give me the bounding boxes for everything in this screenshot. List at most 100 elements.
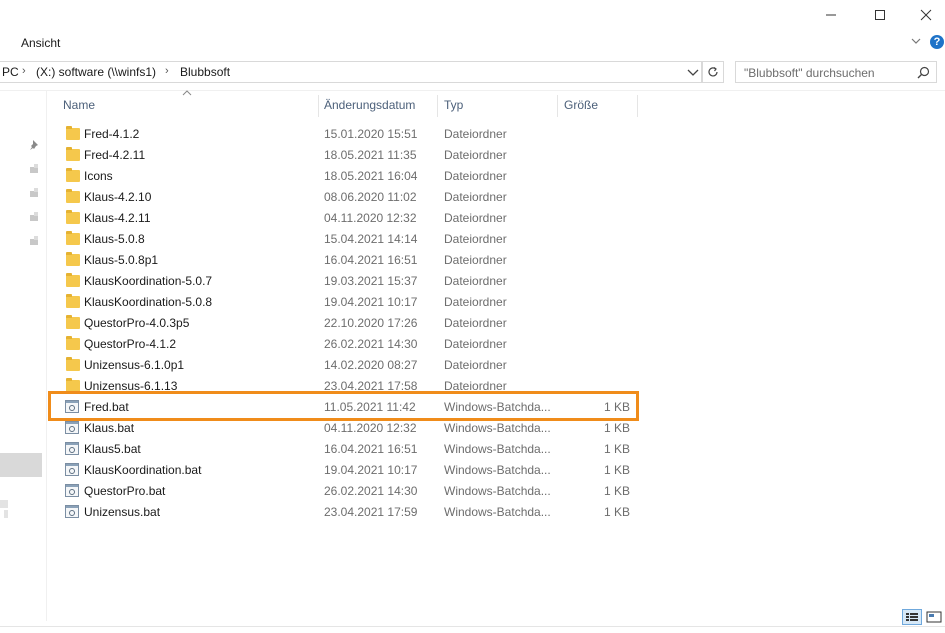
folder-icon xyxy=(65,126,81,141)
folder-row[interactable]: QuestorPro-4.0.3p5 22.10.2020 17:26 Dateio… xyxy=(55,313,640,334)
folder-icon xyxy=(65,168,81,183)
file-name: Klaus-5.0.8 xyxy=(84,232,145,246)
file-size: 1 KB xyxy=(603,421,630,435)
pane-splitter[interactable] xyxy=(46,91,47,621)
file-name: QuestorPro-4.1.2 xyxy=(84,337,177,351)
file-name: Fred-4.2.11 xyxy=(84,148,146,162)
column-divider[interactable] xyxy=(437,95,438,117)
file-name: KlausKoordination.bat xyxy=(84,463,202,477)
address-history-chevron-icon[interactable] xyxy=(686,66,700,80)
folder-row[interactable]: Unizensus-6.1.0p1 14.02.2020 08:27 Dateior… xyxy=(55,355,640,376)
help-icon[interactable]: ? xyxy=(930,35,944,49)
navigation-pane xyxy=(0,91,42,621)
folder-row[interactable]: KlausKoordination-5.0.8 19.04.2021 10:17 D… xyxy=(55,292,640,313)
search-box[interactable]: "Blubbsoft" durchsuchen xyxy=(735,61,937,83)
column-divider[interactable] xyxy=(557,95,558,117)
file-type: Dateiordner xyxy=(444,232,507,246)
breadcrumb-separator-icon[interactable]: › xyxy=(165,65,169,77)
search-input[interactable]: "Blubbsoft" durchsuchen xyxy=(744,66,875,80)
file-type: Dateiordner xyxy=(444,148,507,162)
folder-row[interactable]: Icons 18.05.2021 16:04 Dateiordner xyxy=(55,166,640,187)
file-name: Klaus.bat xyxy=(84,421,135,435)
file-date: 18.05.2021 16:04 xyxy=(324,169,418,183)
file-date: 08.06.2020 11:02 xyxy=(324,190,417,204)
breadcrumb-folder[interactable]: Blubbsoft xyxy=(180,65,230,79)
folder-row[interactable]: Klaus-4.2.11 04.11.2020 12:32 Dateiordner xyxy=(55,208,640,229)
column-header-size[interactable]: Größe xyxy=(564,98,598,112)
breadcrumb-separator-icon[interactable]: › xyxy=(22,65,26,77)
tab-view[interactable]: Ansicht xyxy=(21,36,60,50)
file-size: 1 KB xyxy=(603,484,630,498)
file-row[interactable]: Unizensus.bat 23.04.2021 17:59 Windows-Bat… xyxy=(55,502,640,523)
close-icon xyxy=(920,9,932,21)
file-date: 19.04.2021 10:17 xyxy=(324,463,418,477)
file-type: Dateiordner xyxy=(444,316,507,330)
file-name: KlausKoordination-5.0.8 xyxy=(84,295,213,309)
file-date: 16.04.2021 16:51 xyxy=(324,442,418,456)
file-name: Icons xyxy=(84,169,113,183)
maximize-button[interactable] xyxy=(857,2,903,28)
close-button[interactable] xyxy=(903,2,945,28)
batch-file-icon xyxy=(65,421,81,435)
folder-row[interactable]: Fred-4.1.2 15.01.2020 15:51 Dateiordner xyxy=(55,124,640,145)
column-divider[interactable] xyxy=(637,95,638,117)
pin-icon[interactable] xyxy=(28,163,40,175)
file-type: Windows-Batchda... xyxy=(444,421,551,435)
file-row[interactable]: KlausKoordination.bat 19.04.2021 10:17 Win… xyxy=(55,460,640,481)
toolbar-divider xyxy=(0,90,945,91)
chevron-down-icon[interactable] xyxy=(909,34,923,48)
highlight-box xyxy=(48,391,639,421)
refresh-button[interactable] xyxy=(702,61,724,83)
file-size: 1 KB xyxy=(603,505,630,519)
details-view-button[interactable] xyxy=(902,609,922,625)
file-date: 26.02.2021 14:30 xyxy=(324,484,418,498)
folder-row[interactable]: Fred-4.2.11 18.05.2021 11:35 Dateiordner xyxy=(55,145,640,166)
file-date: 19.03.2021 15:37 xyxy=(324,274,418,288)
details-view-icon xyxy=(906,613,918,621)
file-type: Dateiordner xyxy=(444,274,507,288)
folder-icon xyxy=(65,147,81,162)
large-icons-view-button[interactable] xyxy=(925,609,943,625)
folder-row[interactable]: Klaus-5.0.8 15.04.2021 14:14 Dateiordner xyxy=(55,229,640,250)
refresh-icon xyxy=(708,67,718,77)
file-date: 26.02.2021 14:30 xyxy=(324,337,418,351)
pin-icon[interactable] xyxy=(28,139,40,151)
nav-item-selected[interactable] xyxy=(0,453,42,477)
pin-icon[interactable] xyxy=(28,235,40,247)
file-name: Klaus-5.0.8p1 xyxy=(84,253,159,267)
file-name: Fred-4.1.2 xyxy=(84,127,140,141)
folder-row[interactable]: Klaus-5.0.8p1 16.04.2021 16:51 Dateiordner xyxy=(55,250,640,271)
file-date: 15.01.2020 15:51 xyxy=(324,127,418,141)
file-row[interactable]: Klaus.bat 04.11.2020 12:32 Windows-Batchda… xyxy=(55,418,640,439)
sort-ascending-icon xyxy=(182,90,192,96)
file-row[interactable]: QuestorPro.bat 26.02.2021 14:30 Windows-Ba… xyxy=(55,481,640,502)
search-icon[interactable] xyxy=(917,66,930,79)
pin-icon[interactable] xyxy=(28,211,40,223)
pin-icon[interactable] xyxy=(28,187,40,199)
file-size: 1 KB xyxy=(603,463,630,477)
file-type: Dateiordner xyxy=(444,253,507,267)
large-icons-view-icon xyxy=(926,611,942,623)
breadcrumb-pc[interactable]: PC xyxy=(2,65,19,79)
file-type: Dateiordner xyxy=(444,190,507,204)
folder-row[interactable]: Klaus-4.2.10 08.06.2020 11:02 Dateiordner xyxy=(55,187,640,208)
column-header-name[interactable]: Name xyxy=(63,98,95,112)
breadcrumb-drive[interactable]: (X:) software (\\winfs1) xyxy=(36,65,156,79)
maximize-icon xyxy=(875,10,885,20)
batch-file-icon xyxy=(65,484,81,498)
address-bar[interactable]: PC › (X:) software (\\winfs1) › Blubbsof… xyxy=(0,61,702,83)
file-date: 19.04.2021 10:17 xyxy=(324,295,418,309)
column-header-date[interactable]: Änderungsdatum xyxy=(324,98,415,112)
ribbon-bar: Ansicht xyxy=(0,30,945,54)
file-name: Klaus-4.2.11 xyxy=(84,211,151,225)
folder-row[interactable]: QuestorPro-4.1.2 26.02.2021 14:30 Dateiord… xyxy=(55,334,640,355)
file-row[interactable]: Klaus5.bat 16.04.2021 16:51 Windows-Batchd… xyxy=(55,439,640,460)
minimize-button[interactable] xyxy=(808,2,854,28)
file-name: Klaus5.bat xyxy=(84,442,141,456)
column-divider[interactable] xyxy=(318,95,319,117)
file-type: Windows-Batchda... xyxy=(444,484,551,498)
column-header-type[interactable]: Typ xyxy=(444,98,463,112)
file-type: Dateiordner xyxy=(444,337,507,351)
file-name: Unizensus.bat xyxy=(84,505,161,519)
folder-row[interactable]: KlausKoordination-5.0.7 19.03.2021 15:37 D… xyxy=(55,271,640,292)
